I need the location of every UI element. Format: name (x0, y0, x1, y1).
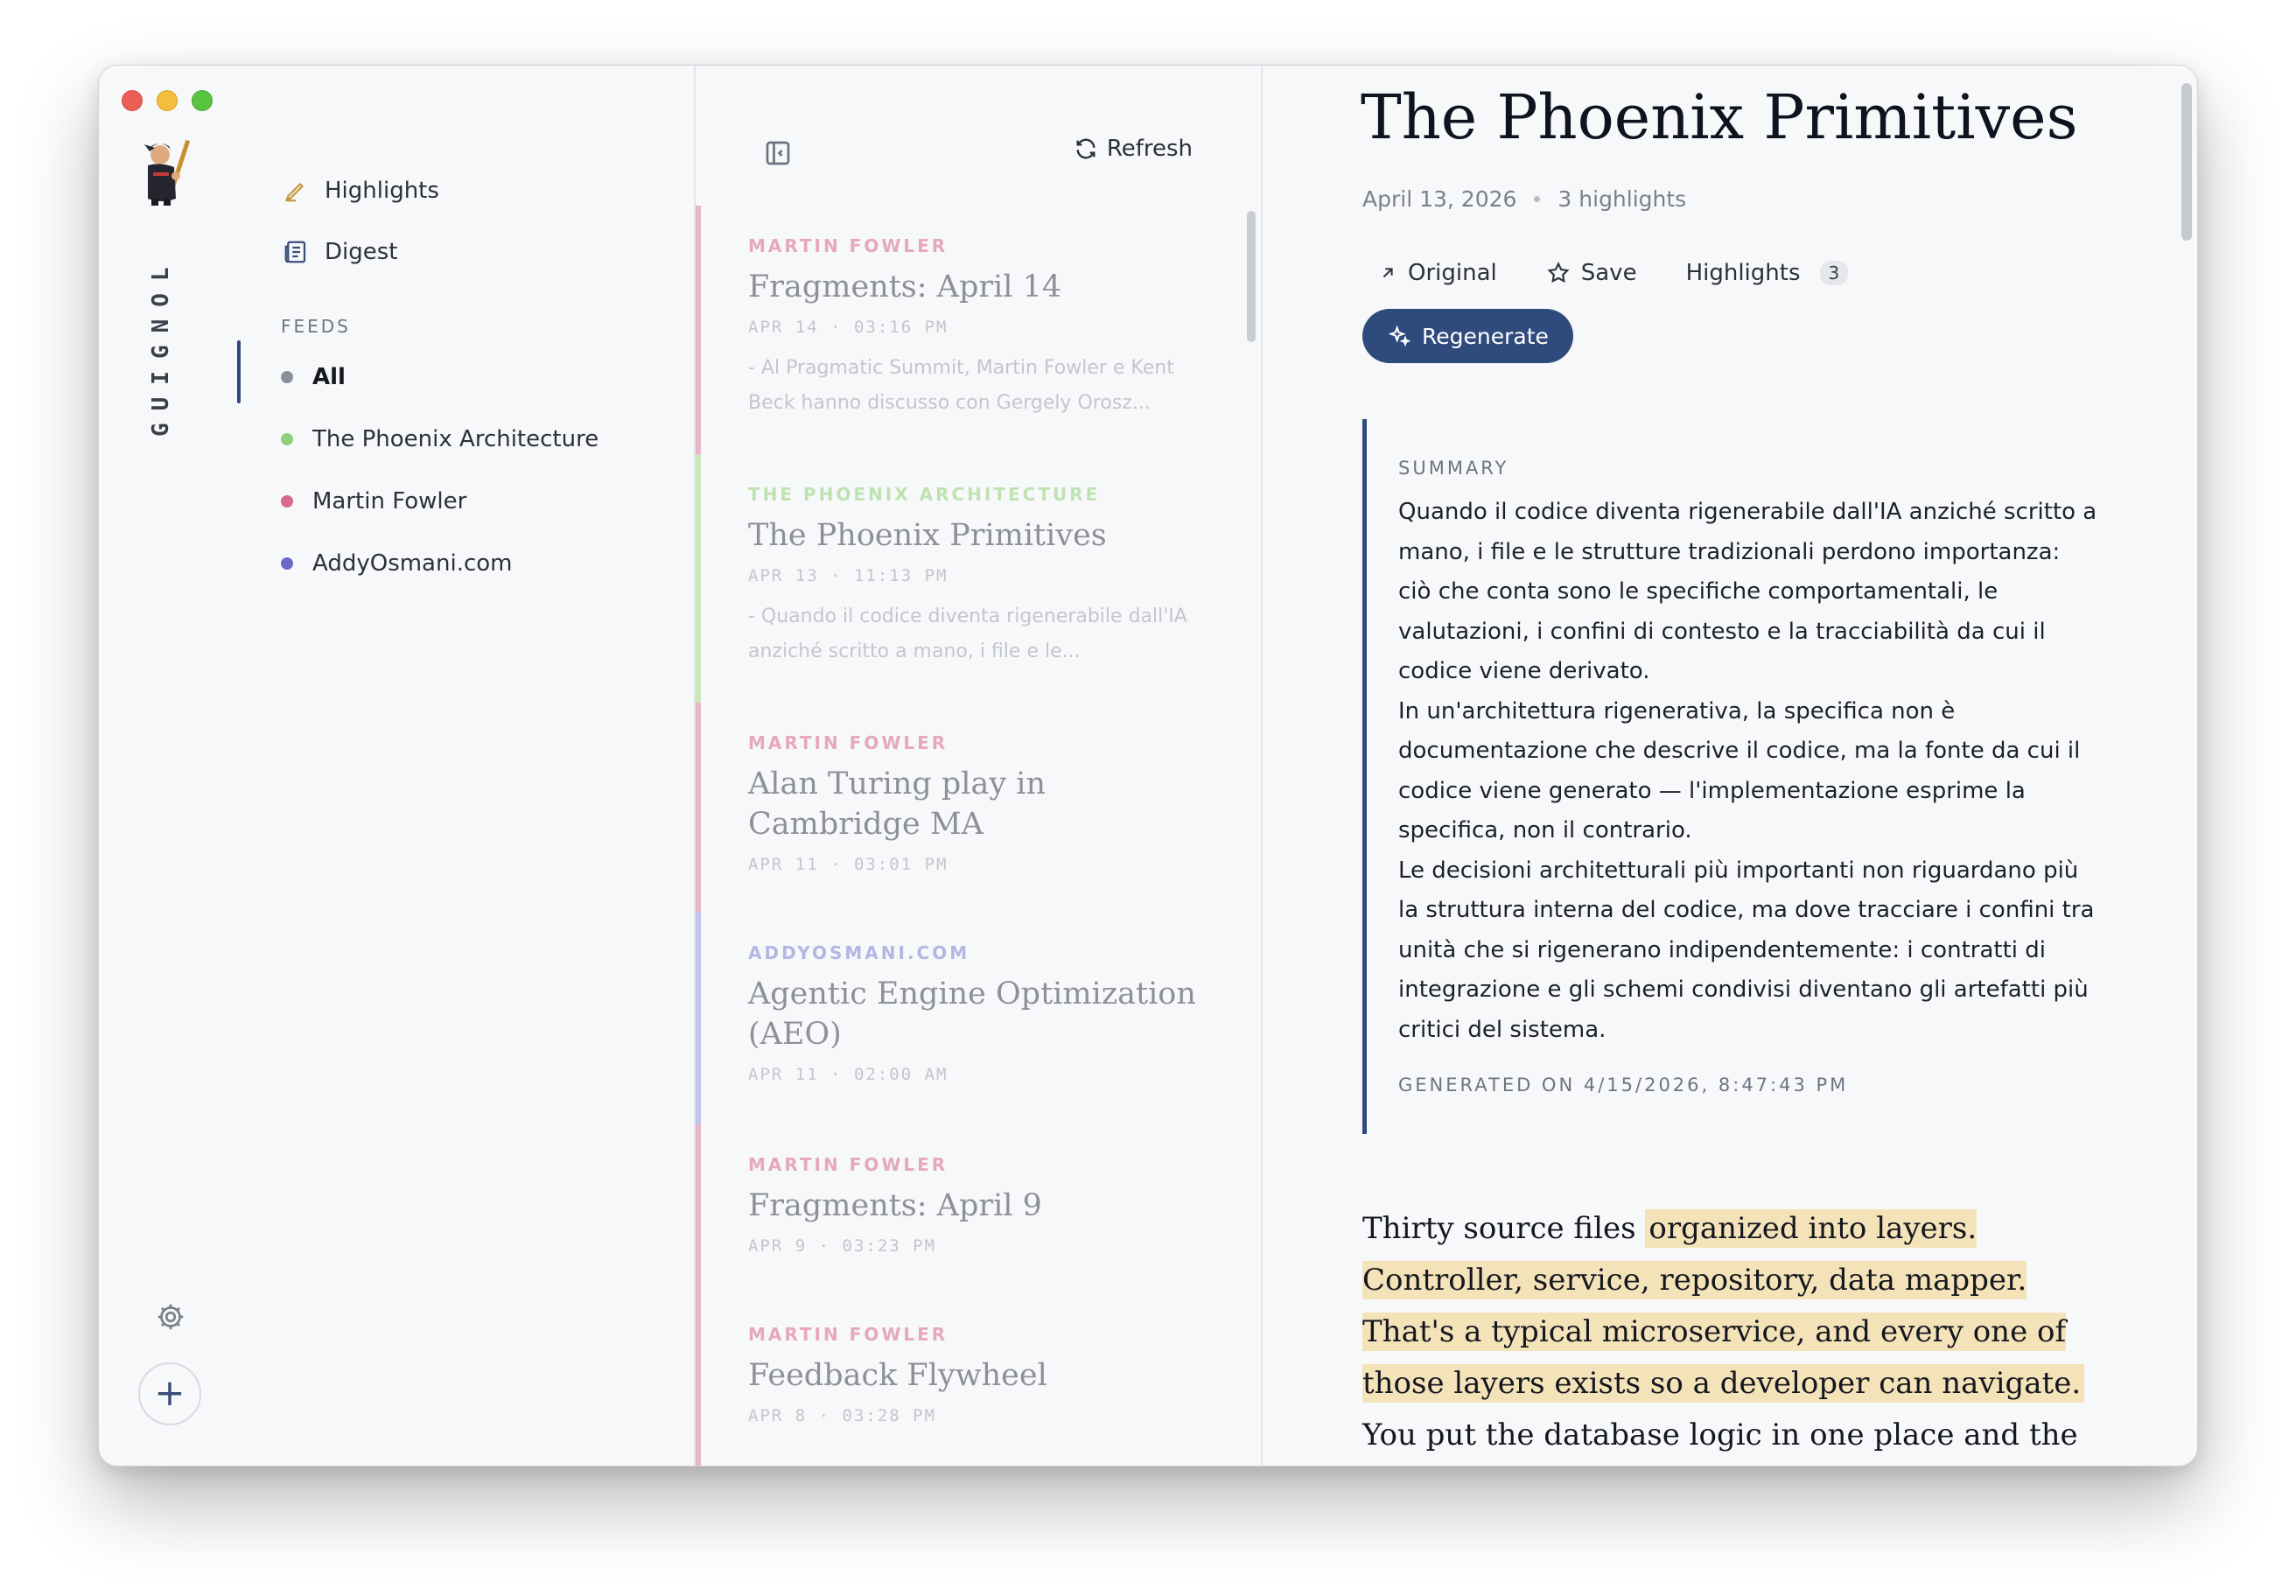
highlighter-icon (281, 176, 311, 206)
item-meta: APR 11 · 03:01 PM (748, 855, 948, 874)
list-item[interactable]: MARTIN FOWLER Feedback Flywheel APR 8 · … (696, 1294, 1261, 1466)
list-item[interactable]: MARTIN FOWLER Fragments: April 9 APR 9 ·… (696, 1124, 1261, 1294)
item-meta: APR 14 · 03:16 PM (748, 318, 948, 337)
nav-highlights-label: Highlights (325, 178, 439, 204)
item-source: MARTIN FOWLER (748, 1154, 948, 1175)
feed-color-dot (281, 556, 293, 570)
item-meta: APR 11 · 02:00 AM (748, 1065, 948, 1084)
body-text: You put the database logic in one place … (1362, 1418, 2078, 1452)
feed-label: Martin Fowler (312, 487, 467, 514)
maximize-window-button[interactable] (192, 90, 213, 111)
article-reader: The Phoenix Primitives April 13, 2026 3 … (1264, 66, 2197, 1466)
newspaper-icon (281, 237, 311, 267)
item-title: Feedback Flywheel (748, 1358, 1047, 1393)
nav-digest-label: Digest (325, 239, 398, 265)
item-source: ADDYOSMANI.COM (748, 942, 970, 963)
highlights-toggle[interactable]: Highlights 3 (1686, 260, 1849, 286)
article-date: April 13, 2026 (1362, 186, 1517, 212)
regenerate-button[interactable]: Regenerate (1362, 309, 1573, 363)
list-item[interactable]: THE PHOENIX ARCHITECTURE The Phoenix Pri… (696, 454, 1261, 703)
feed-item-martin-fowler[interactable]: Martin Fowler (281, 470, 701, 532)
item-source: MARTIN FOWLER (748, 235, 948, 256)
article-list: MARTIN FOWLER Fragments: April 14 APR 14… (696, 206, 1261, 1466)
body-text: Thirty source files (1362, 1211, 1646, 1246)
feed-color-dot (281, 494, 293, 508)
list-item[interactable]: MARTIN FOWLER Fragments: April 14 APR 14… (696, 206, 1261, 454)
feed-color-dot (281, 432, 293, 445)
summary-paragraph: Quando il codice diventa rigenerabile da… (1398, 499, 2097, 684)
window-controls (122, 90, 213, 111)
refresh-icon (1076, 138, 1096, 159)
feed-label: All (312, 363, 346, 390)
refresh-label: Refresh (1106, 136, 1193, 162)
feed-item-phoenix-architecture[interactable]: The Phoenix Architecture (281, 408, 701, 470)
item-meta: APR 8 · 03:28 PM (748, 1406, 937, 1425)
minimize-window-button[interactable] (157, 90, 178, 111)
item-source: THE PHOENIX ARCHITECTURE (748, 484, 1101, 505)
ai-summary: SUMMARY Quando il codice diventa rigener… (1362, 419, 2097, 1134)
meta-separator (1534, 196, 1541, 202)
list-item[interactable]: ADDYOSMANI.COM Agentic Engine Optimizati… (696, 913, 1261, 1124)
app-window: GUIGNOL + Highlights Digest FEEDS All Th… (98, 65, 2198, 1466)
nav-digest[interactable]: Digest (281, 221, 701, 283)
summary-paragraph: Le decisioni architetturali più importan… (1398, 857, 2095, 1043)
article-highlight-count: 3 highlights (1558, 186, 1687, 212)
item-excerpt: - Al Pragmatic Summit, Martin Fowler e K… (748, 357, 1174, 414)
original-label: Original (1408, 260, 1497, 286)
item-source: MARTIN FOWLER (748, 732, 948, 753)
arrow-up-right-icon (1382, 268, 1393, 278)
save-button[interactable]: Save (1546, 260, 1637, 286)
item-title: Fragments: April 9 (748, 1188, 1042, 1223)
app-brand: GUIGNOL (148, 255, 174, 437)
item-meta: APR 13 · 11:13 PM (748, 566, 948, 585)
add-feed-button[interactable]: + (138, 1362, 201, 1425)
active-feed-indicator (237, 340, 241, 403)
item-meta: APR 9 · 03:23 PM (748, 1236, 937, 1256)
nav-highlights[interactable]: Highlights (281, 160, 701, 221)
summary-generated-on: GENERATED ON 4/15/2026, 8:47:43 PM (1398, 1074, 1849, 1096)
list-item[interactable]: MARTIN FOWLER Alan Turing play in Cambri… (696, 703, 1261, 913)
summary-label: SUMMARY (1398, 458, 1509, 479)
item-excerpt: - Quando il codice diventa rigenerabile … (748, 606, 1187, 662)
feed-label: The Phoenix Architecture (312, 425, 599, 452)
save-label: Save (1580, 260, 1637, 286)
highlights-count-badge: 3 (1819, 261, 1849, 285)
feed-color-dot (281, 370, 293, 383)
feed-item-addyosmani[interactable]: AddyOsmani.com (281, 532, 701, 594)
article-meta: April 13, 2026 3 highlights (1362, 186, 1686, 212)
refresh-button[interactable]: Refresh (1074, 136, 1193, 162)
feed-label: AddyOsmani.com (312, 550, 513, 577)
article-title: The Phoenix Primitives (1361, 81, 2078, 153)
collapse-sidebar-icon[interactable] (762, 137, 794, 169)
summary-text: Quando il codice diventa rigenerabile da… (1398, 493, 2097, 1050)
feeds-section-label: FEEDS (281, 316, 351, 337)
app-rail: GUIGNOL + (99, 66, 241, 1466)
settings-icon[interactable] (155, 1301, 186, 1333)
mascot-logo (144, 139, 191, 206)
article-list-pane: Refresh MARTIN FOWLER Fragments: April 1… (694, 66, 1263, 1466)
regenerate-label: Regenerate (1422, 323, 1549, 349)
reader-scrollbar[interactable] (2181, 83, 2192, 241)
item-title: Fragments: April 14 (748, 270, 1062, 304)
highlights-label: Highlights (1685, 260, 1801, 286)
item-title: Agentic Engine Optimization (AEO) (748, 976, 1196, 1052)
open-original-button[interactable]: Original (1378, 260, 1497, 286)
summary-paragraph: In un'architettura rigenerativa, la spec… (1398, 697, 2081, 844)
sidebar-nav: Highlights Digest FEEDS All The Phoenix … (281, 160, 701, 594)
item-title: Alan Turing play in Cambridge MA (748, 766, 1046, 842)
star-icon (1547, 262, 1570, 284)
item-title: The Phoenix Primitives (748, 518, 1107, 553)
feed-item-all[interactable]: All (281, 346, 701, 408)
item-source: MARTIN FOWLER (748, 1324, 948, 1345)
close-window-button[interactable] (122, 90, 143, 111)
article-actions: Original Save Highlights 3 (1378, 260, 1849, 286)
sparkles-icon (1388, 325, 1411, 347)
article-body: Thirty source files organized into layer… (1362, 1203, 2097, 1466)
